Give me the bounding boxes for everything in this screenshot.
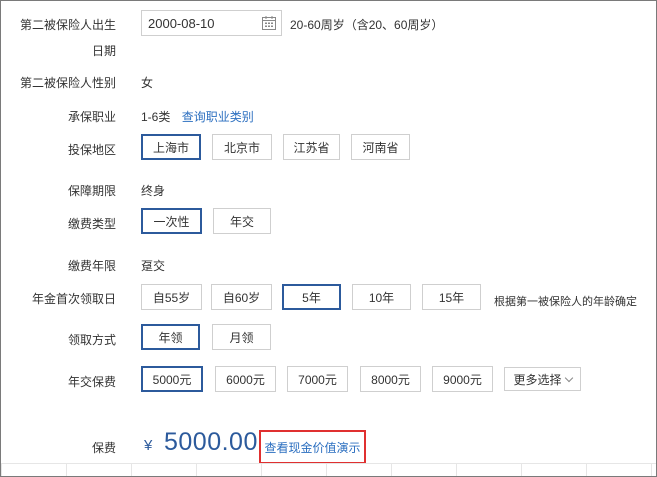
receive-mode-option-yearly[interactable]: 年领 bbox=[141, 324, 200, 350]
annuity-option-15y[interactable]: 15年 bbox=[422, 284, 481, 310]
cash-value-demo-link[interactable]: 查看现金价值演示 bbox=[259, 430, 366, 464]
pay-years-value: 趸交 bbox=[141, 259, 166, 273]
pay-type-label: 缴费类型 bbox=[67, 217, 116, 231]
annuity-option-60[interactable]: 自60岁 bbox=[211, 284, 272, 310]
term-label: 保障期限 bbox=[67, 184, 116, 198]
annuity-start-label: 年金首次领取日 bbox=[31, 292, 116, 306]
premium-option-8000[interactable]: 8000元 bbox=[360, 366, 421, 392]
annuity-option-10y[interactable]: 10年 bbox=[352, 284, 411, 310]
more-options-label: 更多选择 bbox=[513, 372, 562, 387]
premium-amount: 5000.00 bbox=[164, 428, 258, 456]
premium-option-7000[interactable]: 7000元 bbox=[287, 366, 348, 392]
gender-value: 女 bbox=[141, 76, 154, 90]
annuity-option-55[interactable]: 自55岁 bbox=[141, 284, 202, 310]
occupation-row: 1-6类 查询职业类别 bbox=[141, 108, 254, 125]
birth-date-value: 2000-08-10 bbox=[148, 15, 215, 31]
premium-option-5000[interactable]: 5000元 bbox=[141, 366, 203, 392]
birth-date-label-line2: 日期 bbox=[91, 44, 116, 58]
annual-premium-label: 年交保费 bbox=[67, 375, 116, 389]
pay-type-option-annual[interactable]: 年交 bbox=[213, 208, 271, 234]
birth-date-input[interactable]: 2000-08-10 bbox=[141, 10, 282, 36]
pay-type-option-single[interactable]: 一次性 bbox=[141, 208, 202, 234]
region-option-shanghai[interactable]: 上海市 bbox=[141, 134, 201, 160]
annuity-start-note: 根据第一被保险人的年龄确定 bbox=[494, 296, 637, 308]
bottom-divider bbox=[1, 463, 656, 476]
birth-date-label-line1: 第二被保险人出生 bbox=[19, 18, 116, 32]
gender-label: 第二被保险人性别 bbox=[19, 76, 116, 90]
calendar-icon[interactable] bbox=[261, 15, 277, 31]
premium-option-9000[interactable]: 9000元 bbox=[432, 366, 493, 392]
more-options-dropdown[interactable]: 更多选择 bbox=[504, 367, 581, 391]
region-label: 投保地区 bbox=[67, 143, 116, 157]
occupation-value: 1-6类 bbox=[141, 110, 171, 124]
premium-option-6000[interactable]: 6000元 bbox=[215, 366, 276, 392]
birth-date-hint: 20-60周岁（含20、60周岁） bbox=[290, 18, 444, 32]
annuity-option-5y[interactable]: 5年 bbox=[282, 284, 341, 310]
term-value: 终身 bbox=[141, 184, 166, 198]
pay-years-label: 缴费年限 bbox=[67, 259, 116, 273]
occupation-label: 承保职业 bbox=[67, 110, 116, 124]
currency-symbol: ¥ bbox=[144, 437, 153, 454]
region-option-henan[interactable]: 河南省 bbox=[351, 134, 410, 160]
region-option-jiangsu[interactable]: 江苏省 bbox=[283, 134, 340, 160]
region-option-beijing[interactable]: 北京市 bbox=[212, 134, 272, 160]
receive-mode-label: 领取方式 bbox=[67, 333, 116, 347]
occupation-query-link[interactable]: 查询职业类别 bbox=[182, 110, 254, 124]
insurance-quote-form: 第二被保险人出生 日期 2000-08-10 20-60周岁（含20、60周岁）… bbox=[0, 0, 657, 477]
receive-mode-option-monthly[interactable]: 月领 bbox=[212, 324, 271, 350]
premium-label: 保费 bbox=[91, 441, 116, 455]
chevron-down-icon bbox=[564, 373, 573, 382]
